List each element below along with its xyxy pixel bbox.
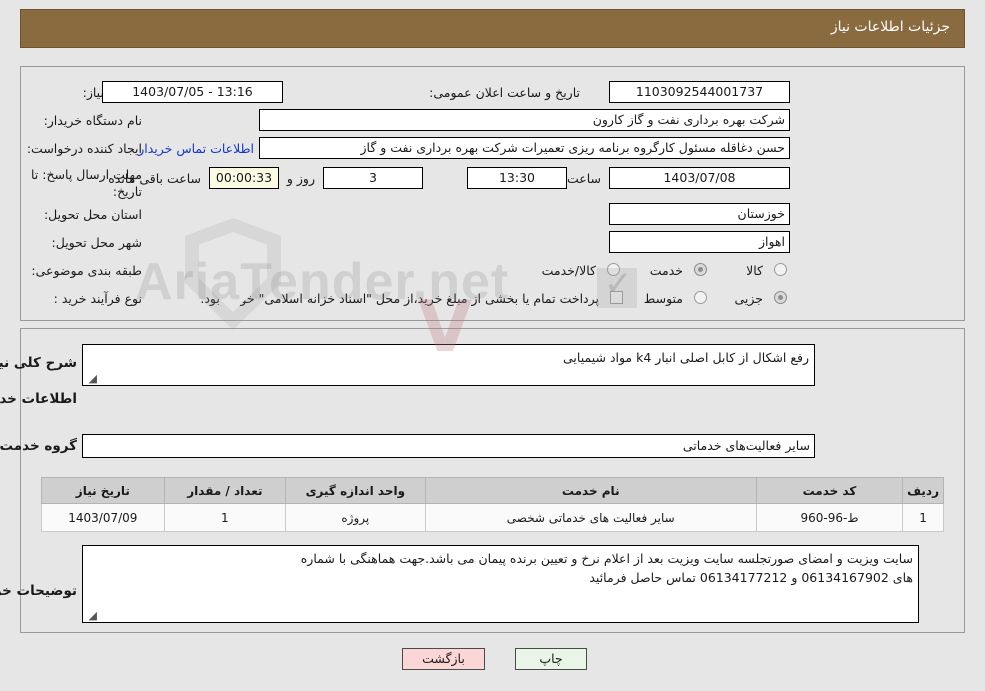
cell-row-no: 1 — [902, 503, 944, 532]
deadline-hour-label: ساعت — [566, 171, 601, 186]
buyer-org-label: نام دستگاه خریدار: — [43, 113, 142, 128]
request-creator-field: حسن دغاقله مسئول کارگروه برنامه ریزی تعم… — [259, 137, 790, 159]
resize-grip-icon-notes[interactable]: ◢ — [85, 610, 97, 622]
delivery-province-field: خوزستان — [609, 203, 790, 225]
page-title: جزئیات اطلاعات نیاز — [830, 19, 950, 35]
buyer-contact-link[interactable]: اطلاعات تماس خریدار — [138, 141, 254, 156]
cell-service-code: ط-96-960 — [755, 503, 904, 532]
announce-datetime-field: 13:16 - 1403/07/05 — [102, 81, 283, 103]
delivery-city-label: شهر محل تحویل: — [51, 235, 142, 250]
service-group-field: سایر فعالیت‌های خدماتی — [82, 434, 815, 458]
need-number-field: 1103092544001737 — [609, 81, 790, 103]
page-header-bar: جزئیات اطلاعات نیاز — [20, 9, 965, 48]
cell-need-date: 1403/07/09 — [41, 503, 165, 532]
back-button[interactable]: بازگشت — [402, 648, 485, 670]
need-summary-panel — [20, 66, 965, 321]
services-section-heading: اطلاعات خدمات مورد نیاز — [0, 391, 77, 407]
announce-datetime-label: تاریخ و ساعت اعلان عمومی: — [429, 85, 580, 100]
service-group-label: گروه خدمت: — [0, 438, 77, 454]
deadline-hour-field: 13:30 — [467, 167, 567, 189]
purchase-process-label: نوع فرآیند خرید : — [53, 291, 142, 306]
radio-category-kala-khedmat-label: کالا/خدمت — [541, 263, 596, 278]
buyer-notes-label: توضیحات خریدار: — [0, 583, 77, 599]
need-description-textarea[interactable]: رفع اشکال از کابل اصلی انبار k4 مواد شیم… — [82, 344, 815, 386]
buyer-notes-line-2: های 06134167902 و 06134177212 تماس حاصل … — [589, 570, 913, 585]
services-table: ردیف کد خدمت نام خدمت واحد اندازه گیری ت… — [41, 477, 944, 532]
treasury-docs-checkbox[interactable] — [610, 291, 623, 304]
radio-category-kala-label: کالا — [746, 263, 763, 278]
radio-process-motevaset[interactable] — [694, 291, 707, 304]
cell-service-name: سایر فعالیت های خدماتی شخصی — [424, 503, 757, 532]
countdown-timer-field: 00:00:33 — [209, 167, 279, 189]
subject-category-label: طبقه بندی موضوعی: — [31, 263, 142, 278]
deadline-days-label: روز و — [286, 171, 315, 186]
deadline-days-field: 3 — [323, 167, 423, 189]
radio-process-jozei-label: جزیی — [734, 291, 763, 306]
remaining-time-label: ساعت باقی مانده — [108, 171, 201, 186]
table-row: 1 ط-96-960 سایر فعالیت های خدماتی شخصی پ… — [41, 503, 944, 532]
delivery-city-field: اهواز — [609, 231, 790, 253]
col-service-name: نام خدمت — [424, 477, 757, 504]
cell-unit: پروژه — [285, 503, 426, 532]
request-creator-label: ایجاد کننده درخواست: — [26, 141, 142, 156]
deadline-date-field: 1403/07/08 — [609, 167, 790, 189]
radio-category-khedmat-label: خدمت — [649, 263, 683, 278]
col-service-code: کد خدمت — [755, 477, 904, 504]
buyer-notes-textarea[interactable]: سایت ویزیت و امضای صورتجلسه سایت ویزیت ب… — [82, 545, 919, 623]
radio-category-khedmat[interactable] — [694, 263, 707, 276]
col-need-date: تاریخ نیاز — [41, 477, 165, 504]
col-quantity: تعداد / مقدار — [163, 477, 287, 504]
radio-category-kala-khedmat[interactable] — [607, 263, 620, 276]
buyer-notes-line-1: سایت ویزیت و امضای صورتجلسه سایت ویزیت ب… — [300, 551, 913, 566]
col-unit: واحد اندازه گیری — [285, 477, 426, 504]
treasury-docs-note: پرداخت تمام یا بخشی از مبلغ خرید،از محل … — [200, 291, 599, 306]
deadline-label-line2: تاریخ: — [112, 184, 142, 199]
delivery-province-label: استان محل تحویل: — [43, 207, 142, 222]
need-description-value: رفع اشکال از کابل اصلی انبار k4 مواد شیم… — [563, 350, 809, 365]
buyer-org-field: شرکت بهره برداری نفت و گاز کارون — [259, 109, 790, 131]
table-header-row: ردیف کد خدمت نام خدمت واحد اندازه گیری ت… — [41, 477, 944, 504]
need-details-page: V AriaTender.net جزئیات اطلاعات نیاز شما… — [0, 0, 985, 691]
resize-grip-icon[interactable]: ◢ — [85, 373, 97, 385]
print-button[interactable]: چاپ — [515, 648, 587, 670]
radio-process-jozei[interactable] — [774, 291, 787, 304]
col-row-no: ردیف — [902, 477, 944, 504]
cell-quantity: 1 — [163, 503, 287, 532]
radio-category-kala[interactable] — [774, 263, 787, 276]
need-description-label: شرح کلی نیاز: — [0, 355, 77, 371]
radio-process-motevaset-label: متوسط — [643, 291, 683, 306]
